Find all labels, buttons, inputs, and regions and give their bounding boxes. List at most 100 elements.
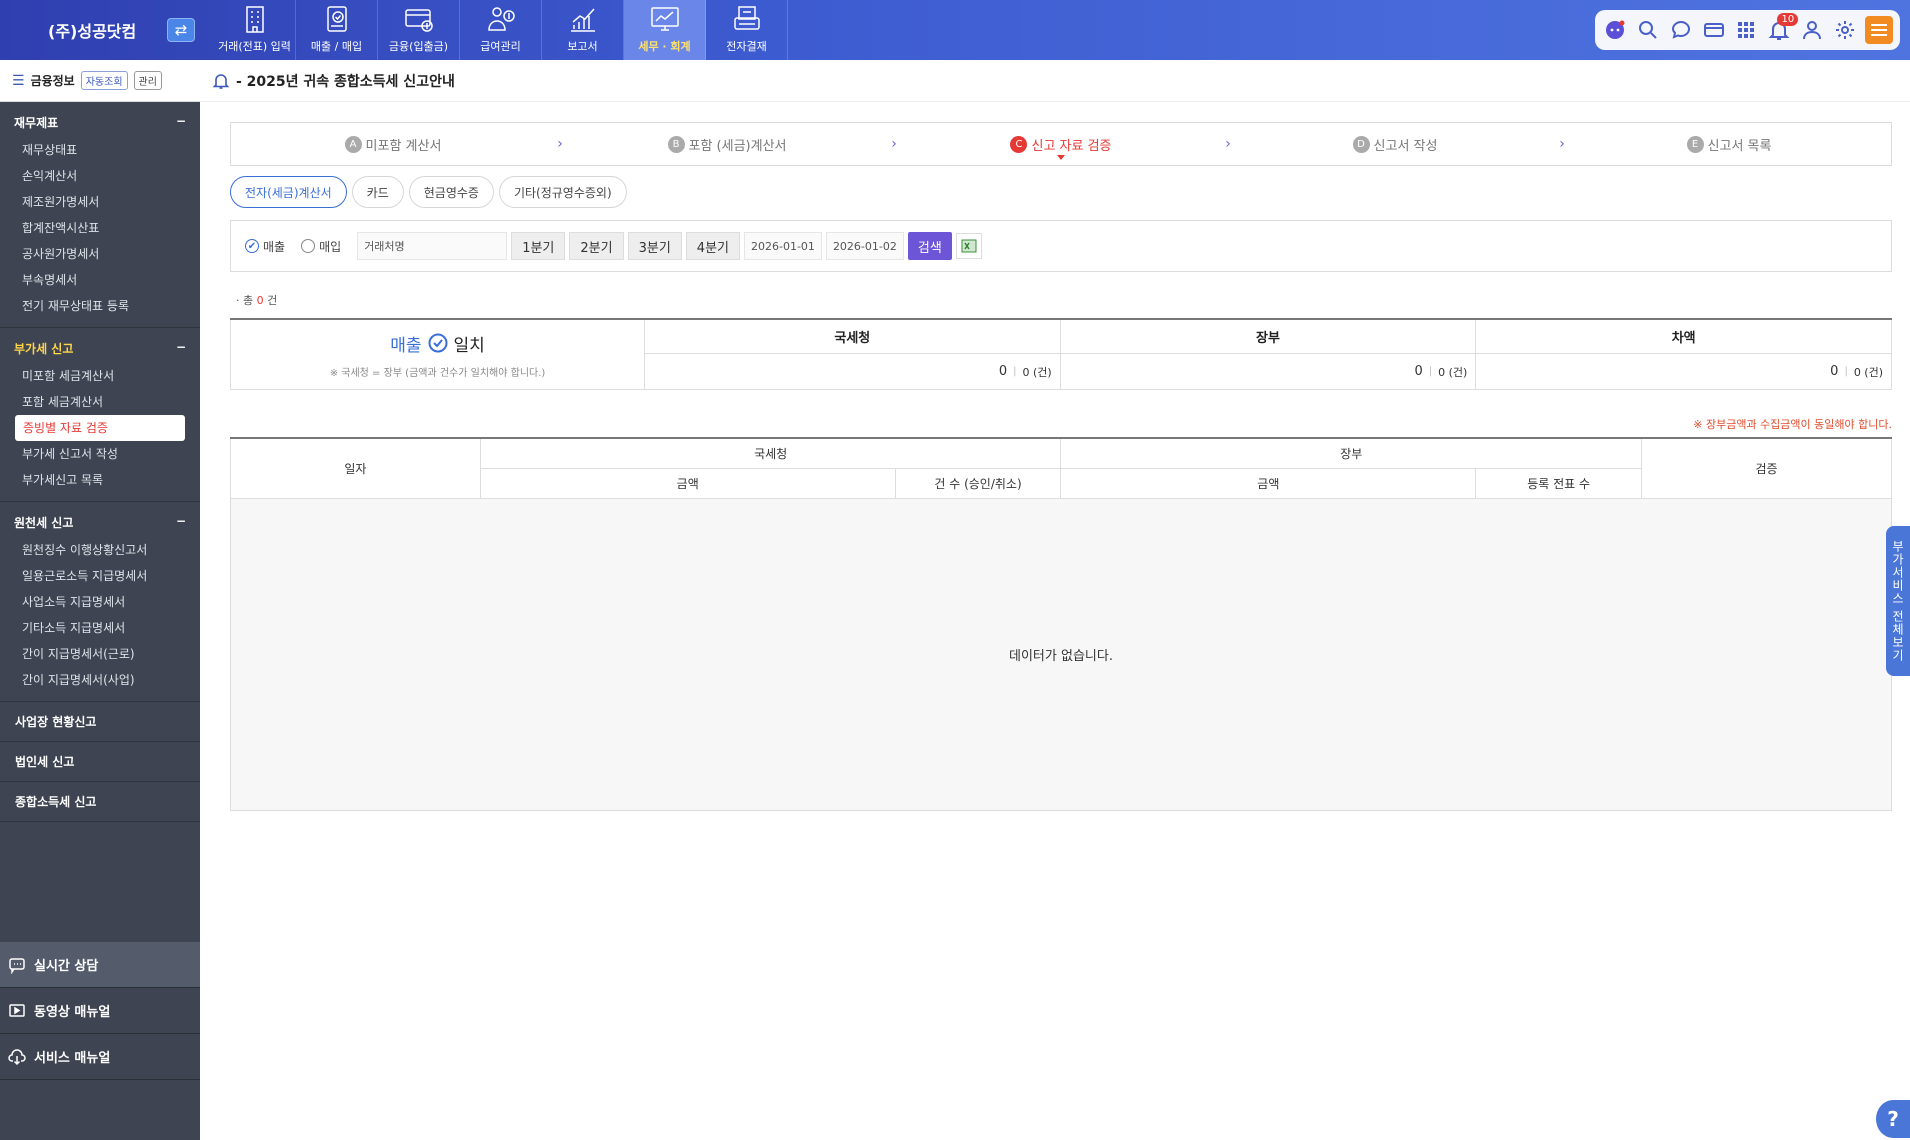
sidebar-item[interactable]: 기타소득 지급명세서 xyxy=(0,615,200,641)
sidebar-item[interactable]: 전기 재무상태표 등록 xyxy=(0,293,200,319)
sidebar-item[interactable]: 미포함 세금계산서 xyxy=(0,363,200,389)
menu-approval[interactable]: 전자결재 xyxy=(706,0,788,60)
date-to-input[interactable]: 2026-01-02 xyxy=(825,232,904,260)
col-book-count: 등록 전표 수 xyxy=(1475,467,1643,499)
apps-button[interactable] xyxy=(1733,17,1759,43)
summary-difference: 차액 0 | 0 (건) xyxy=(1476,320,1893,389)
sidebar-item-business-report[interactable]: 사업장 현황신고 xyxy=(0,702,200,742)
card-button[interactable] xyxy=(1701,17,1727,43)
step-b[interactable]: B 포함 (세금)계산서 xyxy=(565,135,889,154)
partner-input[interactable]: 거래처명 xyxy=(357,232,508,260)
sidebar-item[interactable]: 일용근로소득 지급명세서 xyxy=(0,563,200,589)
sidebar-item[interactable]: 원천징수 이행상황신고서 xyxy=(0,537,200,563)
summary-nts: 국세청 0 | 0 (건) xyxy=(645,320,1061,389)
sidebar-item[interactable]: 제조원가명세서 xyxy=(0,189,200,215)
tab-e-invoice[interactable]: 전자(세금)계산서 xyxy=(230,176,347,208)
sidebar-item[interactable]: 재무상태표 xyxy=(0,137,200,163)
document-check-icon xyxy=(326,6,347,32)
excel-icon xyxy=(961,239,977,253)
approval-icon xyxy=(733,6,760,30)
chevron-right-icon: › xyxy=(891,136,897,152)
menu-voucher-entry[interactable]: 거래(전표) 입력 xyxy=(214,0,296,60)
group-title[interactable]: 부가세 신고 − xyxy=(0,334,200,363)
menu-report[interactable]: 보고서 xyxy=(542,0,624,60)
group-title[interactable]: 원천세 신고 − xyxy=(0,508,200,537)
radio-purchase[interactable]: 매입 xyxy=(301,238,341,255)
check-circle-icon xyxy=(428,333,447,353)
menu-finance[interactable]: 금융(입출금) xyxy=(378,0,460,60)
col-verify: 검증 xyxy=(1641,437,1892,499)
sidebar-item[interactable]: 합계잔액시산표 xyxy=(0,215,200,241)
tab-card[interactable]: 카드 xyxy=(351,176,404,208)
date-from-input[interactable]: 2026-01-01 xyxy=(744,232,822,260)
live-chat-button[interactable]: 실시간 상담 xyxy=(0,942,200,988)
step-progress: A 미포함 계산서 › B 포함 (세금)계산서 › C 신고 자료 검증 › D 신고… xyxy=(230,122,1892,166)
quarter-3-button[interactable]: 3분기 xyxy=(627,232,682,260)
menu-sales-purchase[interactable]: 매출 / 매입 xyxy=(296,0,378,60)
document-type-tabs: 전자(세금)계산서 카드 현금영수증 기타(정규영수증외) xyxy=(230,176,627,208)
settings-button[interactable] xyxy=(1832,17,1858,43)
chat-button[interactable] xyxy=(1668,17,1694,43)
sidebar-item[interactable]: 간이 지급명세서(근로) xyxy=(0,641,200,667)
search-icon xyxy=(1639,21,1657,39)
top-bar: (주)성공닷컴 ⇄ 거래(전표) 입력 매출 / 매입 금융(입출금) 급여관리… xyxy=(0,0,1910,60)
quarter-2-button[interactable]: 2분기 xyxy=(569,232,624,260)
total-count: · 총 0 건 xyxy=(236,294,278,307)
sidebar-item[interactable]: 부속명세서 xyxy=(0,267,200,293)
search-button[interactable] xyxy=(1635,17,1661,43)
user-icon xyxy=(1802,21,1821,40)
sidebar-item[interactable]: 부가세신고 목록 xyxy=(0,467,200,493)
chart-icon xyxy=(570,8,595,32)
chatbot-button[interactable] xyxy=(1602,17,1628,43)
switch-company-button[interactable]: ⇄ xyxy=(167,18,195,42)
quarter-1-button[interactable]: 1분기 xyxy=(511,232,566,260)
summary-panel: 매출 일치 ※ 국세청 = 장부 (금액과 건수가 일치해야 합니다.) 국세청… xyxy=(230,318,1893,390)
addon-services-tab[interactable]: 부가서비스 전체보기 xyxy=(1886,526,1910,676)
menu-tax-accounting[interactable]: 세무 · 회계 xyxy=(624,0,706,60)
sidebar-item[interactable]: 손익계산서 xyxy=(0,163,200,189)
radio-sales[interactable]: ✔ 매출 xyxy=(245,238,285,255)
video-icon xyxy=(9,1003,25,1017)
chevron-right-icon: › xyxy=(557,136,563,152)
quarter-4-button[interactable]: 4분기 xyxy=(685,232,740,260)
sidebar-item[interactable]: 부가세 신고서 작성 xyxy=(0,441,200,467)
group-title[interactable]: 재무제표 − xyxy=(0,108,200,137)
sidebar-item-active[interactable]: 증빙별 자료 검증 xyxy=(15,415,185,441)
sidebar-item[interactable]: 포함 세금계산서 xyxy=(0,389,200,415)
tab-cash-receipt[interactable]: 현금영수증 xyxy=(408,176,494,208)
search-button[interactable]: 검색 xyxy=(907,232,952,260)
card-icon xyxy=(404,9,433,32)
col-book-amount: 금액 xyxy=(1060,467,1477,499)
sidebar-item-income-tax[interactable]: 종합소득세 신고 xyxy=(0,782,200,822)
step-a[interactable]: A 미포함 계산서 xyxy=(231,135,555,154)
col-nts: 국세청 xyxy=(479,437,1062,469)
sidebar-item-corporate-tax[interactable]: 법인세 신고 xyxy=(0,742,200,782)
main-menu: 거래(전표) 입력 매출 / 매입 금융(입출금) 급여관리 보고서 세무 · … xyxy=(214,0,788,60)
sidebar-group-vat: 부가세 신고 − 미포함 세금계산서 포함 세금계산서 증빙별 자료 검증 부가세… xyxy=(0,328,200,502)
manage-button[interactable]: 관리 xyxy=(133,71,162,90)
step-e[interactable]: E 신고서 목록 xyxy=(1567,135,1891,154)
checklist-icon: ☰ xyxy=(12,72,25,89)
profile-button[interactable] xyxy=(1799,17,1825,43)
notification-button[interactable]: 10 xyxy=(1766,13,1799,43)
tab-other[interactable]: 기타(정규영수증외) xyxy=(498,176,627,208)
hamburger-menu-button[interactable] xyxy=(1864,16,1893,44)
video-manual-button[interactable]: 동영상 매뉴얼 xyxy=(0,988,200,1034)
auto-query-button[interactable]: 자동조회 xyxy=(80,71,128,90)
sidebar-group-financial-statements: 재무제표 − 재무상태표 손익계산서 제조원가명세서 합계잔액시산표 공사원가명세… xyxy=(0,102,200,328)
help-button[interactable]: ? xyxy=(1876,1100,1910,1138)
monitor-chart-icon xyxy=(650,7,679,31)
chatbot-icon xyxy=(1606,20,1625,39)
sidebar-item[interactable]: 간이 지급명세서(사업) xyxy=(0,667,200,693)
notice-bar[interactable]: - 2025년 귀속 종합소득세 신고안내 xyxy=(200,60,1910,102)
excel-download-button[interactable] xyxy=(955,233,982,259)
step-d[interactable]: D 신고서 작성 xyxy=(1233,135,1557,154)
menu-payroll[interactable]: 급여관리 xyxy=(460,0,542,60)
sidebar-item[interactable]: 공사원가명세서 xyxy=(0,241,200,267)
building-icon xyxy=(245,6,264,33)
payroll-icon xyxy=(487,7,515,31)
sidebar-item[interactable]: 사업소득 지급명세서 xyxy=(0,589,200,615)
sidebar-header: ☰ 금융정보 자동조회 관리 xyxy=(0,60,200,102)
step-c[interactable]: C 신고 자료 검증 xyxy=(899,135,1223,160)
service-manual-button[interactable]: 서비스 매뉴얼 xyxy=(0,1034,200,1080)
